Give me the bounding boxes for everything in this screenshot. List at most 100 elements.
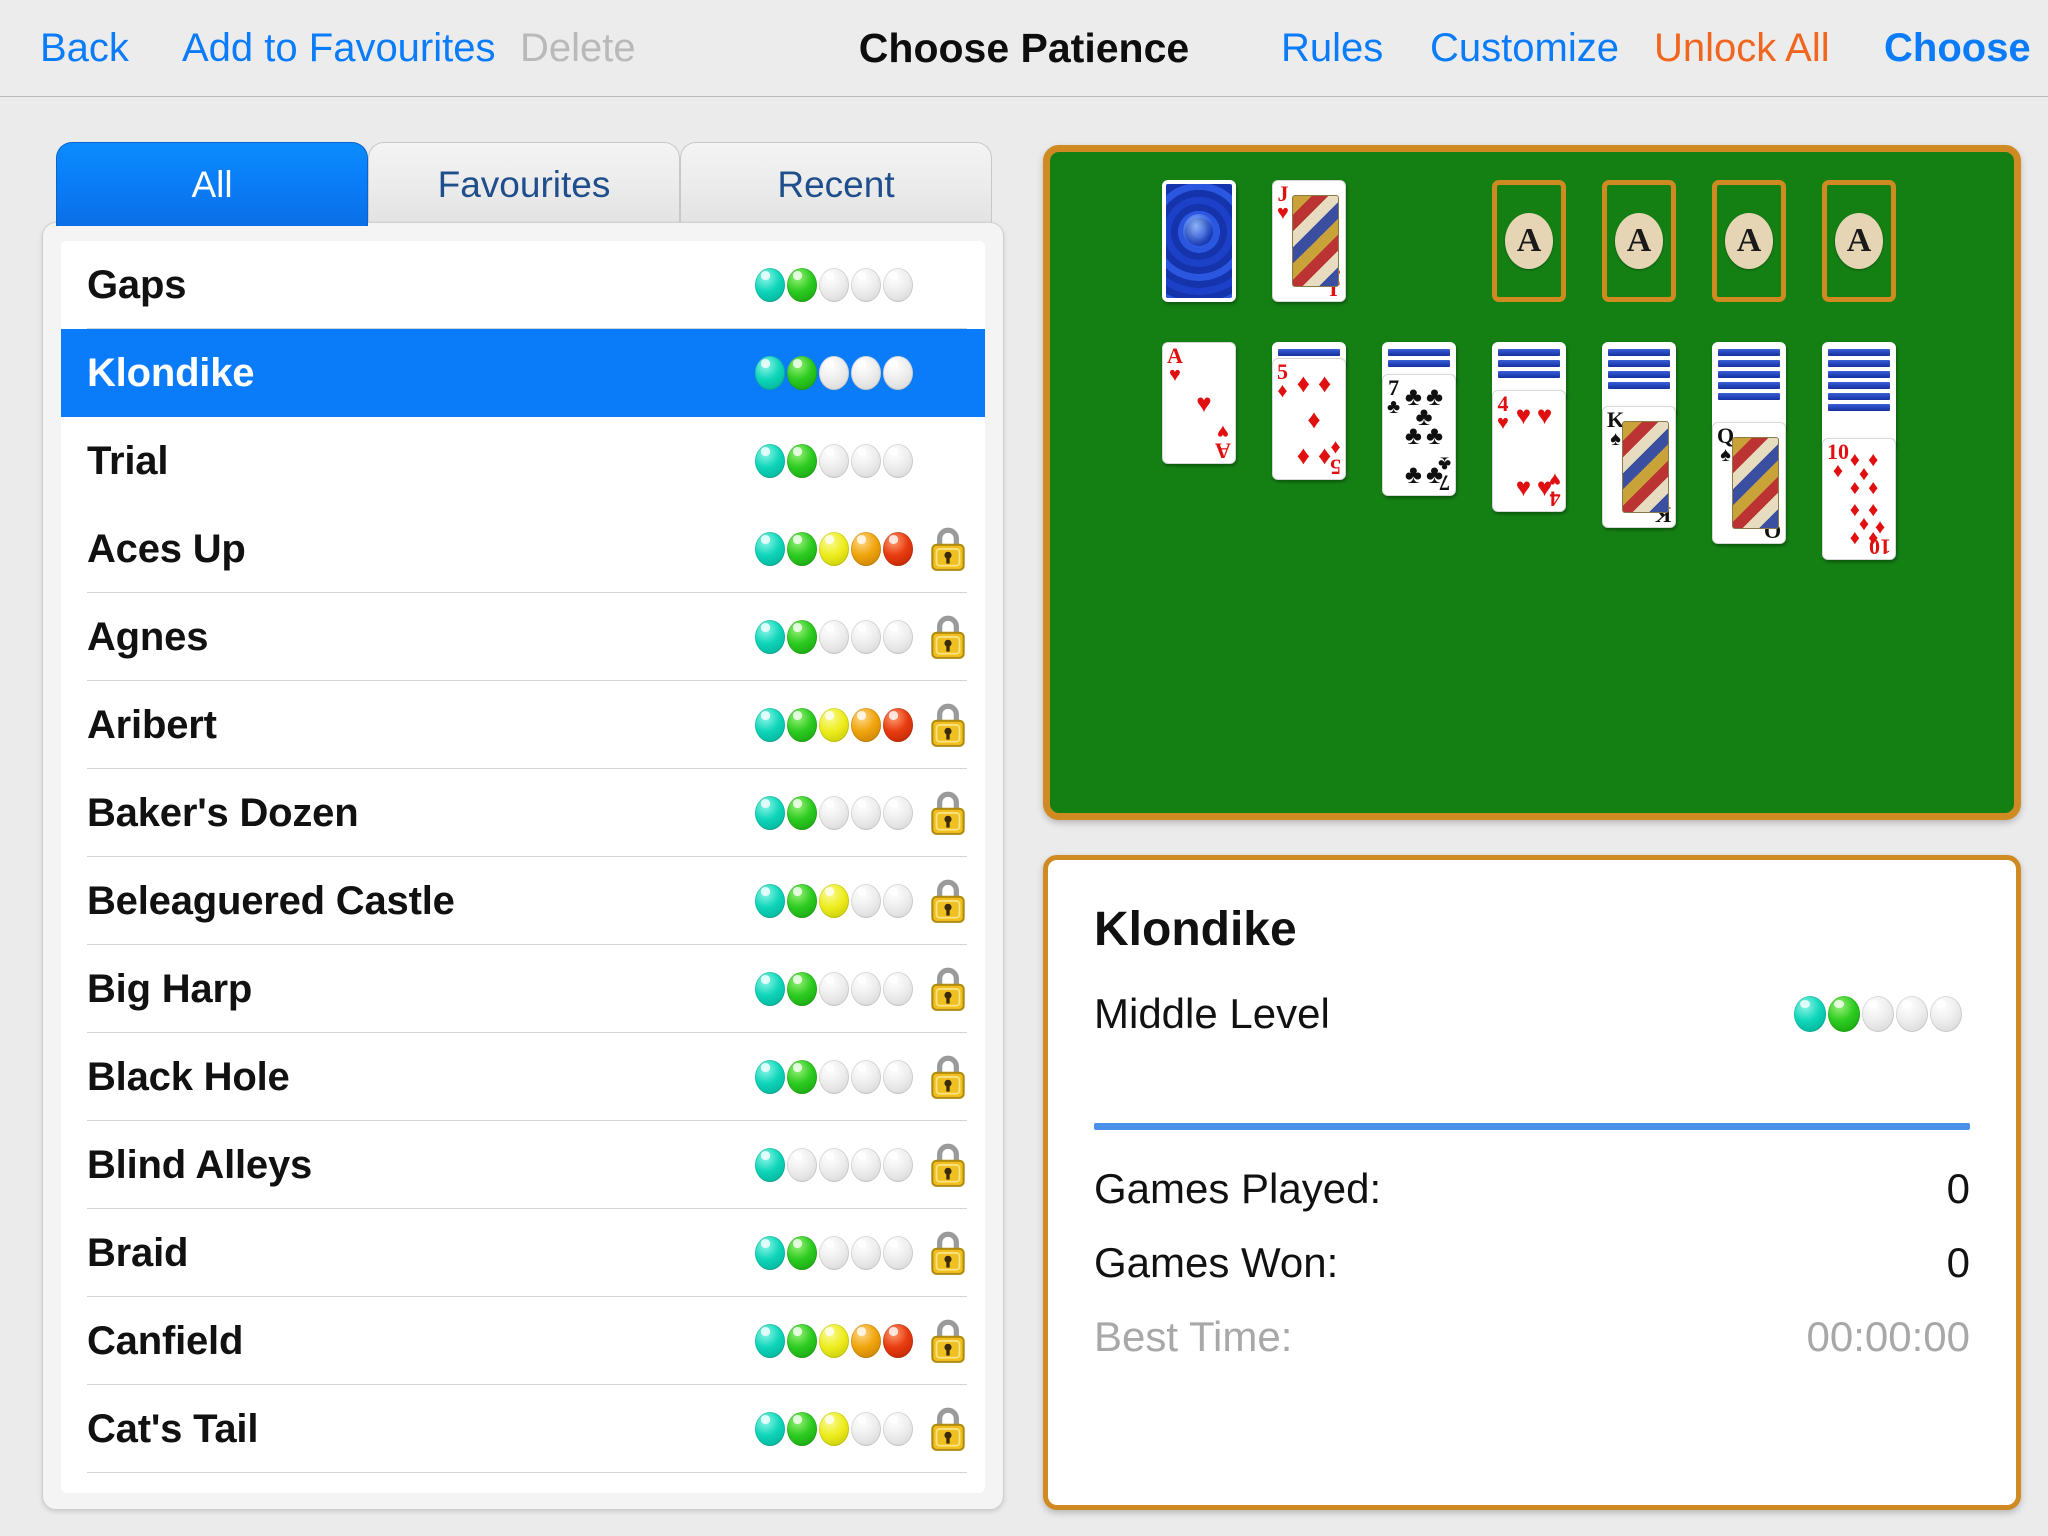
tableau-top-card[interactable]: A ♥ A ♥ ♥ [1162, 342, 1236, 464]
difficulty-dot-filled [819, 708, 849, 742]
lock-icon [931, 791, 965, 835]
tab-recent[interactable]: Recent [680, 142, 992, 226]
tableau-top-card[interactable]: 5 ♦ 5 ♦ ♦ ♦ ♦ ♦ ♦ [1272, 358, 1346, 480]
difficulty-dot-empty [819, 1148, 849, 1182]
game-name: Gaps [87, 262, 187, 307]
game-name: Braid [87, 1230, 189, 1275]
list-filter-tabs: All Favourites Recent [56, 142, 992, 228]
difficulty-dot-filled [883, 1324, 913, 1358]
card-back-stripes [1605, 345, 1673, 389]
card-back-stripe [1828, 349, 1890, 356]
card-back-stripes [1385, 345, 1453, 367]
difficulty-dot-empty [883, 1148, 913, 1182]
waste-pile-card[interactable]: J♥J♥ [1272, 180, 1346, 302]
facedown-stack[interactable] [1712, 342, 1786, 432]
facedown-stack[interactable] [1602, 342, 1676, 416]
lock-slot [921, 698, 975, 752]
stat-value: 00:00:00 [1806, 1313, 1971, 1360]
rules-button[interactable]: Rules [1281, 0, 1383, 96]
card-back-stripe [1498, 349, 1560, 356]
game-list-item[interactable]: Cat's Tail [61, 1385, 985, 1473]
game-list-item[interactable]: Braid [61, 1209, 985, 1297]
card-back-stripe [1828, 404, 1890, 411]
card-back-stripes [1715, 345, 1783, 400]
game-list-item[interactable]: Black Hole [61, 1033, 985, 1121]
card-pip: ♥ [1196, 388, 1212, 418]
difficulty-dot-filled [851, 708, 881, 742]
card-pip: ♣ [1404, 458, 1422, 489]
unlock-all-button[interactable]: Unlock All [1654, 0, 1830, 96]
game-name: Baker's Dozen [87, 790, 359, 835]
game-list-item[interactable]: Aribert [61, 681, 985, 769]
card-back-stripe [1608, 360, 1670, 367]
difficulty-dot-empty [819, 1236, 849, 1270]
tableau-top-card[interactable]: K♠K♠ [1602, 406, 1676, 528]
game-list-item[interactable]: Gaps [61, 241, 985, 329]
game-list-item[interactable]: Trial [61, 417, 985, 505]
tableau-top-card[interactable]: 4 ♥ 4 ♥ ♥ ♥ ♥ ♥ [1492, 390, 1566, 512]
tab-favourites[interactable]: Favourites [368, 142, 680, 226]
difficulty-dot-filled [755, 1412, 785, 1446]
card-back-stripe [1388, 349, 1450, 356]
difficulty-dot-filled [755, 1148, 785, 1182]
card-back-stripe [1718, 349, 1780, 356]
difficulty-dots [755, 1236, 913, 1270]
facedown-stack[interactable] [1822, 342, 1896, 448]
difficulty-dots [755, 444, 913, 478]
game-name: Aribert [87, 702, 217, 747]
difficulty-dot-filled [755, 356, 785, 390]
game-list-item[interactable]: Baker's Dozen [61, 769, 985, 857]
game-name: Aces Up [87, 526, 246, 571]
tab-all[interactable]: All [56, 142, 368, 226]
difficulty-dot-empty [851, 1060, 881, 1094]
difficulty-dot-empty [851, 796, 881, 830]
tableau-top-card[interactable]: 10 ♦ 10 ♦ ♦ ♦ ♦ ♦ ♦ ♦ ♦ ♦ ♦ ♦ [1822, 438, 1896, 560]
foundation-pile-4[interactable]: A [1822, 180, 1896, 302]
card-pips: ♦ ♦ ♦ ♦ ♦ [1291, 365, 1337, 473]
game-list-item[interactable]: Beleaguered Castle [61, 857, 985, 945]
game-list-item[interactable]: Blind Alleys [61, 1121, 985, 1209]
game-list-item[interactable]: Big Harp [61, 945, 985, 1033]
game-list-item[interactable]: Klondike [61, 329, 985, 417]
card-pips: ♥ ♥ ♥ ♥ [1511, 397, 1557, 505]
game-preview-board[interactable]: J♥J♥AAAAA♥A♥♥5♦5♦♦♦♦♦♦7♣7♣♣♣♣♣♣♣♣4♥4♥♥♥♥… [1043, 145, 2021, 820]
game-list[interactable]: Gaps Klondike Trial Aces Up Agnes Aribert Bake… [61, 241, 985, 1493]
difficulty-dot-empty [819, 444, 849, 478]
stock-pile[interactable] [1162, 180, 1236, 302]
choose-button[interactable]: Choose [1884, 0, 2031, 96]
card-pip: ♦ [1868, 449, 1879, 472]
foundation-pile-1[interactable]: A [1492, 180, 1566, 302]
difficulty-dot-filled [851, 1324, 881, 1358]
difficulty-dot-filled [755, 268, 785, 302]
lock-slot [921, 1050, 975, 1104]
lock-slot [921, 1314, 975, 1368]
difficulty-dot-empty [819, 356, 849, 390]
difficulty-dot-empty [851, 444, 881, 478]
difficulty-dot-filled [755, 972, 785, 1006]
customize-button[interactable]: Customize [1430, 0, 1619, 96]
difficulty-dot-empty [883, 1060, 913, 1094]
foundation-ace-placeholder: A [1835, 213, 1883, 269]
tab-label: All [191, 164, 233, 205]
difficulty-dot-filled [755, 532, 785, 566]
game-name: Klondike [87, 350, 255, 395]
difficulty-dot-filled [755, 1324, 785, 1358]
card-pip: ♦ [1296, 439, 1311, 470]
game-list-item[interactable]: Canfield [61, 1297, 985, 1385]
card-pip: ♥ [1536, 400, 1553, 431]
game-name: Cat's Tail [87, 1406, 259, 1451]
foundation-pile-2[interactable]: A [1602, 180, 1676, 302]
game-list-item[interactable]: Aces Up [61, 505, 985, 593]
difficulty-dot-empty [1896, 996, 1928, 1032]
tableau-top-card[interactable]: Q♠Q♠ [1712, 422, 1786, 544]
info-level-label: Middle Level [1094, 990, 1330, 1037]
stat-row: Best Time: 00:00:00 [1094, 1300, 1970, 1374]
lock-icon [931, 527, 965, 571]
difficulty-dot-empty [851, 356, 881, 390]
game-list-item[interactable]: Agnes [61, 593, 985, 681]
tableau-top-card[interactable]: 7 ♣ 7 ♣ ♣ ♣ ♣ ♣ ♣ ♣ ♣ [1382, 374, 1456, 496]
lock-slot [921, 1138, 975, 1192]
card-back-stripe [1498, 360, 1560, 367]
foundation-pile-3[interactable]: A [1712, 180, 1786, 302]
card-corner-index: J♥ [1277, 181, 1289, 225]
